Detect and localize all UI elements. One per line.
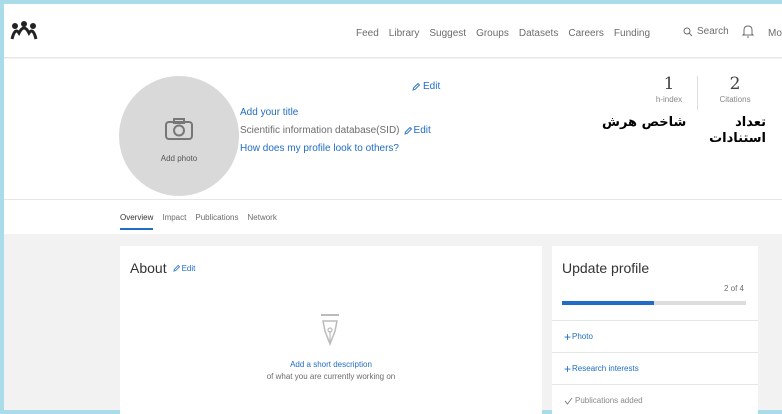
about-header: About Edit	[130, 260, 195, 276]
update-profile-title: Update profile	[562, 260, 650, 276]
citations-value: 2	[729, 74, 741, 94]
profile-progress-bar	[562, 301, 746, 305]
plus-icon: +	[564, 361, 572, 376]
add-title-link[interactable]: Add your title	[240, 107, 298, 118]
search-icon	[683, 27, 693, 36]
tab-publications[interactable]: Publications	[195, 213, 238, 230]
edit-affiliation-button[interactable]: Edit	[403, 125, 431, 136]
nav-suggest[interactable]: Suggest	[429, 28, 466, 39]
edit-name-button[interactable]: Edit	[412, 81, 440, 92]
about-edit-label: Edit	[181, 263, 196, 273]
tab-impact[interactable]: Impact	[162, 213, 186, 230]
about-empty-state: Add a short description of what you are …	[120, 359, 542, 383]
stat-divider	[697, 76, 698, 110]
search-label: Search	[697, 26, 729, 37]
citations-stat[interactable]: 2 Citations	[714, 74, 756, 104]
top-navigation: Feed Library Suggest Groups Datasets Car…	[4, 4, 782, 58]
edit-about-button[interactable]: Edit	[172, 263, 196, 273]
pencil-icon	[412, 82, 420, 91]
h-index-label: h-index	[655, 95, 683, 104]
nav-links: Feed Library Suggest Groups Datasets Car…	[356, 28, 660, 39]
avatar-placeholder[interactable]: Add photo	[119, 76, 239, 196]
add-photo-item[interactable]: + Photo	[552, 320, 758, 352]
progress-fill	[562, 301, 654, 305]
update-item-label: Research interests	[572, 364, 639, 373]
h-index-value: 1	[663, 74, 675, 94]
mendeley-logo[interactable]	[10, 21, 38, 41]
publications-added-item: Publications added	[552, 384, 758, 414]
plus-icon: +	[564, 329, 572, 344]
citations-annotation-line2: استنادات	[709, 131, 766, 146]
nav-library[interactable]: Library	[389, 28, 420, 39]
tab-network[interactable]: Network	[248, 213, 277, 230]
about-title: About	[130, 260, 167, 276]
update-progress-count: 2 of 4	[723, 284, 744, 293]
profile-tabs-bar: Overview Impact Publications Network	[4, 199, 782, 234]
about-card: About Edit Add a short description of wh…	[120, 246, 542, 414]
pencil-icon	[172, 264, 180, 272]
search-button[interactable]: Search	[683, 26, 729, 37]
tab-overview[interactable]: Overview	[120, 213, 154, 230]
add-research-interests-item[interactable]: + Research interests	[552, 352, 758, 384]
affiliation-text: Scientific information database(SID)	[240, 125, 400, 136]
edit-label: Edit	[423, 81, 441, 92]
nav-datasets[interactable]: Datasets	[519, 28, 558, 39]
citations-label: Citations	[719, 95, 751, 104]
profile-tabs: Overview Impact Publications Network	[120, 213, 286, 230]
nav-feed[interactable]: Feed	[356, 28, 379, 39]
profile-preview-link[interactable]: How does my profile look to others?	[240, 143, 399, 154]
nav-groups[interactable]: Groups	[476, 28, 509, 39]
page: Feed Library Suggest Groups Datasets Car…	[4, 4, 782, 414]
update-checklist: + Photo + Research interests Publication…	[552, 320, 758, 414]
nav-more[interactable]: Mo	[768, 28, 782, 39]
affiliation-edit-label: Edit	[413, 125, 431, 136]
affiliation: Scientific information database(SID) Edi…	[240, 125, 431, 136]
checkmark-icon	[564, 397, 573, 405]
add-photo-label: Add photo	[160, 154, 198, 163]
about-hint: of what you are currently working on	[266, 372, 396, 381]
pencil-icon	[403, 126, 412, 135]
update-profile-card: Update profile 2 of 4 + Photo + Research…	[552, 246, 758, 414]
fountain-pen-icon	[321, 314, 339, 347]
update-item-label: Photo	[572, 332, 593, 341]
h-index-annotation: شاخص هرش	[602, 115, 687, 130]
citations-annotation: تعداد استنادات	[709, 115, 766, 147]
nav-funding[interactable]: Funding	[614, 28, 650, 39]
add-description-link[interactable]: Add a short description	[120, 359, 542, 371]
update-item-label: Publications added	[575, 396, 643, 405]
profile-header: Add photo Edit Add your title Scientific…	[4, 59, 782, 199]
h-index-stat[interactable]: 1 h-index	[652, 74, 686, 104]
nav-careers[interactable]: Careers	[568, 28, 604, 39]
citations-annotation-line1: تعداد	[735, 115, 766, 130]
camera-icon	[165, 118, 193, 140]
notification-bell-icon[interactable]	[742, 24, 754, 38]
